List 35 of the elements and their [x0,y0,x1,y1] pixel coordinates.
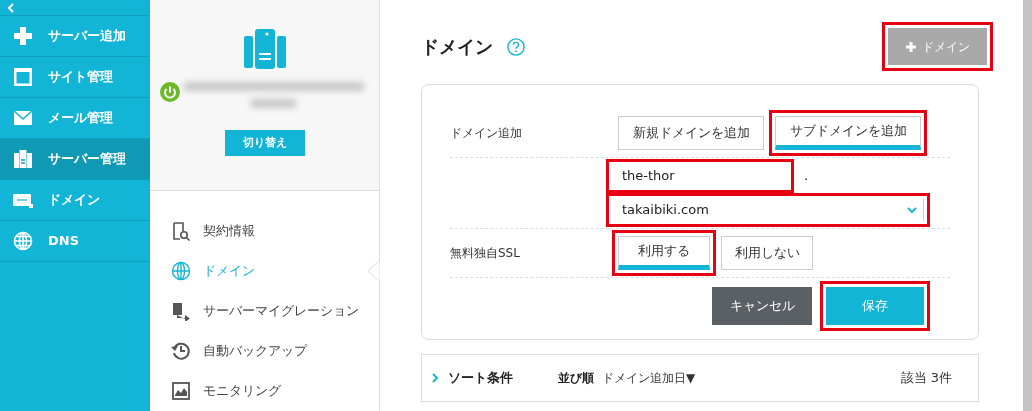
chevron-right-icon[interactable] [432,373,438,383]
chevron-left-icon[interactable] [8,2,14,13]
segment-tab[interactable]: サブドメインを追加 [775,116,921,150]
cancel-button[interactable]: キャンセル [712,287,812,325]
page-title: ドメイン [421,35,493,59]
globe-icon [12,231,34,251]
chevron-down-icon [907,207,917,213]
sort-order-label: 並び順 [558,370,594,387]
mail-icon [12,108,34,128]
chart-window-icon [171,381,191,401]
server-icon [243,28,286,70]
document-search-icon [171,221,191,241]
plus-icon [905,41,916,52]
segment-tab[interactable]: 新規ドメインを追加 [618,116,764,150]
menu-item[interactable]: 契約情報 [150,211,379,251]
field-label: ドメイン追加 [450,125,523,142]
field-label: 無料独自SSL [450,245,521,262]
window-icon [12,67,34,87]
plus-icon [12,26,34,46]
sort-order-dropdown[interactable]: ドメイン追加日▼ [602,369,696,387]
server-icon [12,149,34,169]
globe-icon [171,261,191,281]
menu-item[interactable]: サーバーマイグレーション [150,291,379,331]
domain-select[interactable]: takaibiki.com [612,199,924,221]
menu-item[interactable]: 自動バックアップ [150,331,379,371]
help-icon[interactable] [507,37,525,56]
segment-tab[interactable]: 利用する [618,236,710,270]
sort-title: ソート条件 [448,369,514,388]
history-icon [171,341,191,361]
power-icon [159,82,180,102]
menu-item[interactable]: モニタリング [150,371,379,411]
segment-tab[interactable]: 利用しない [721,236,813,270]
result-count: 該当 3件 [900,369,952,388]
server-arrow-icon [171,301,191,321]
dot-separator: . [804,167,809,186]
